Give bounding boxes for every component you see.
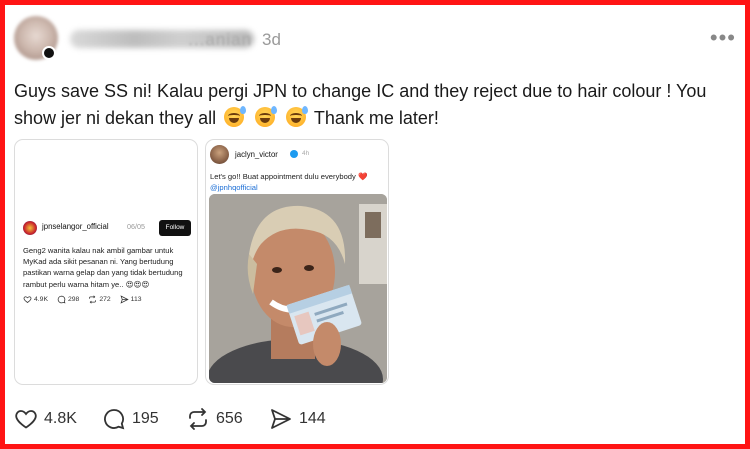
repost-button[interactable]: 656 xyxy=(186,405,243,433)
share-count: 144 xyxy=(299,410,326,427)
username-suffix: ...anian xyxy=(188,30,252,49)
post-time: 3d xyxy=(262,30,281,49)
heart-icon xyxy=(15,410,37,429)
embedded-date: 4h xyxy=(302,150,310,157)
follow-button: Follow xyxy=(159,220,191,236)
embedded-likes: 4.9K xyxy=(23,295,48,304)
jpn-logo-icon xyxy=(23,221,37,235)
embedded-replies-count: 298 xyxy=(67,295,80,303)
embedded-likes-count: 4.9K xyxy=(34,295,48,303)
embedded-reposts-count: 272 xyxy=(99,295,111,303)
post-text-end: Thank me later! xyxy=(313,108,439,128)
reply-icon xyxy=(57,295,66,303)
embedded-avatar xyxy=(210,145,229,164)
post-text: Guys save SS ni! Kalau pergi JPN to chan… xyxy=(14,78,726,132)
like-count: 4.8K xyxy=(44,410,77,427)
attached-image-jpn-post[interactable]: jpnselangor_official 06/05 Follow Geng2 … xyxy=(14,139,198,385)
repost-count: 656 xyxy=(216,410,243,427)
embedded-post-text: Let's go!! Buat appointment dulu everybo… xyxy=(210,171,386,193)
embedded-stats: 4.9K 298 272 113 xyxy=(23,293,193,305)
username-blurred[interactable]: ...anian xyxy=(70,30,254,49)
heart-icon xyxy=(23,295,32,303)
embedded-post-header: jpnselangor_official 06/05 Follow xyxy=(23,220,191,238)
sweat-smile-emoji-icon xyxy=(286,106,309,127)
embedded-post-text: Geng2 wanita kalau nak ambil gambar untu… xyxy=(23,245,191,290)
share-button[interactable]: 144 xyxy=(269,405,326,433)
embedded-post-body: Let's go!! Buat appointment dulu everybo… xyxy=(210,172,356,181)
post-actions: 4.8K 195 656 144 xyxy=(14,405,414,433)
share-icon xyxy=(120,294,129,304)
embedded-replies: 298 xyxy=(57,295,79,304)
embedded-reposts: 272 xyxy=(88,294,111,304)
verified-icon xyxy=(290,150,298,158)
selfie-with-mykad-photo xyxy=(209,194,387,383)
heart-eyes-emojis: 😍😍😍 xyxy=(125,279,150,289)
repost-icon xyxy=(89,294,97,304)
embedded-handle: jaclyn_victor xyxy=(235,150,278,159)
embedded-date: 06/05 xyxy=(127,222,145,231)
embedded-post-body: Geng2 wanita kalau nak ambil gambar untu… xyxy=(23,246,183,289)
reply-count: 195 xyxy=(132,410,159,427)
more-icon[interactable]: ••• xyxy=(710,27,736,49)
sweat-smile-emoji-icon xyxy=(255,106,278,127)
embedded-shares-count: 113 xyxy=(130,295,142,303)
avatar-badge-icon xyxy=(42,46,56,60)
attached-image-jaclyn-post[interactable]: jaclyn_victor 4h Let's go!! Buat appoint… xyxy=(205,139,389,385)
mention-link: @jpnhqofficial xyxy=(210,183,258,192)
like-button[interactable]: 4.8K xyxy=(14,405,77,433)
share-icon xyxy=(271,409,291,429)
embedded-post-header: jaclyn_victor 4h xyxy=(210,145,386,165)
embedded-handle: jpnselangor_official xyxy=(42,222,109,231)
heart-emoji-icon: ❤️ xyxy=(357,172,368,181)
repost-icon xyxy=(189,408,207,430)
sweat-smile-emoji-icon xyxy=(224,106,247,127)
reply-icon xyxy=(104,409,125,430)
embedded-shares: 113 xyxy=(120,294,142,304)
reply-button[interactable]: 195 xyxy=(102,405,159,433)
selfie-illustration xyxy=(209,194,387,383)
